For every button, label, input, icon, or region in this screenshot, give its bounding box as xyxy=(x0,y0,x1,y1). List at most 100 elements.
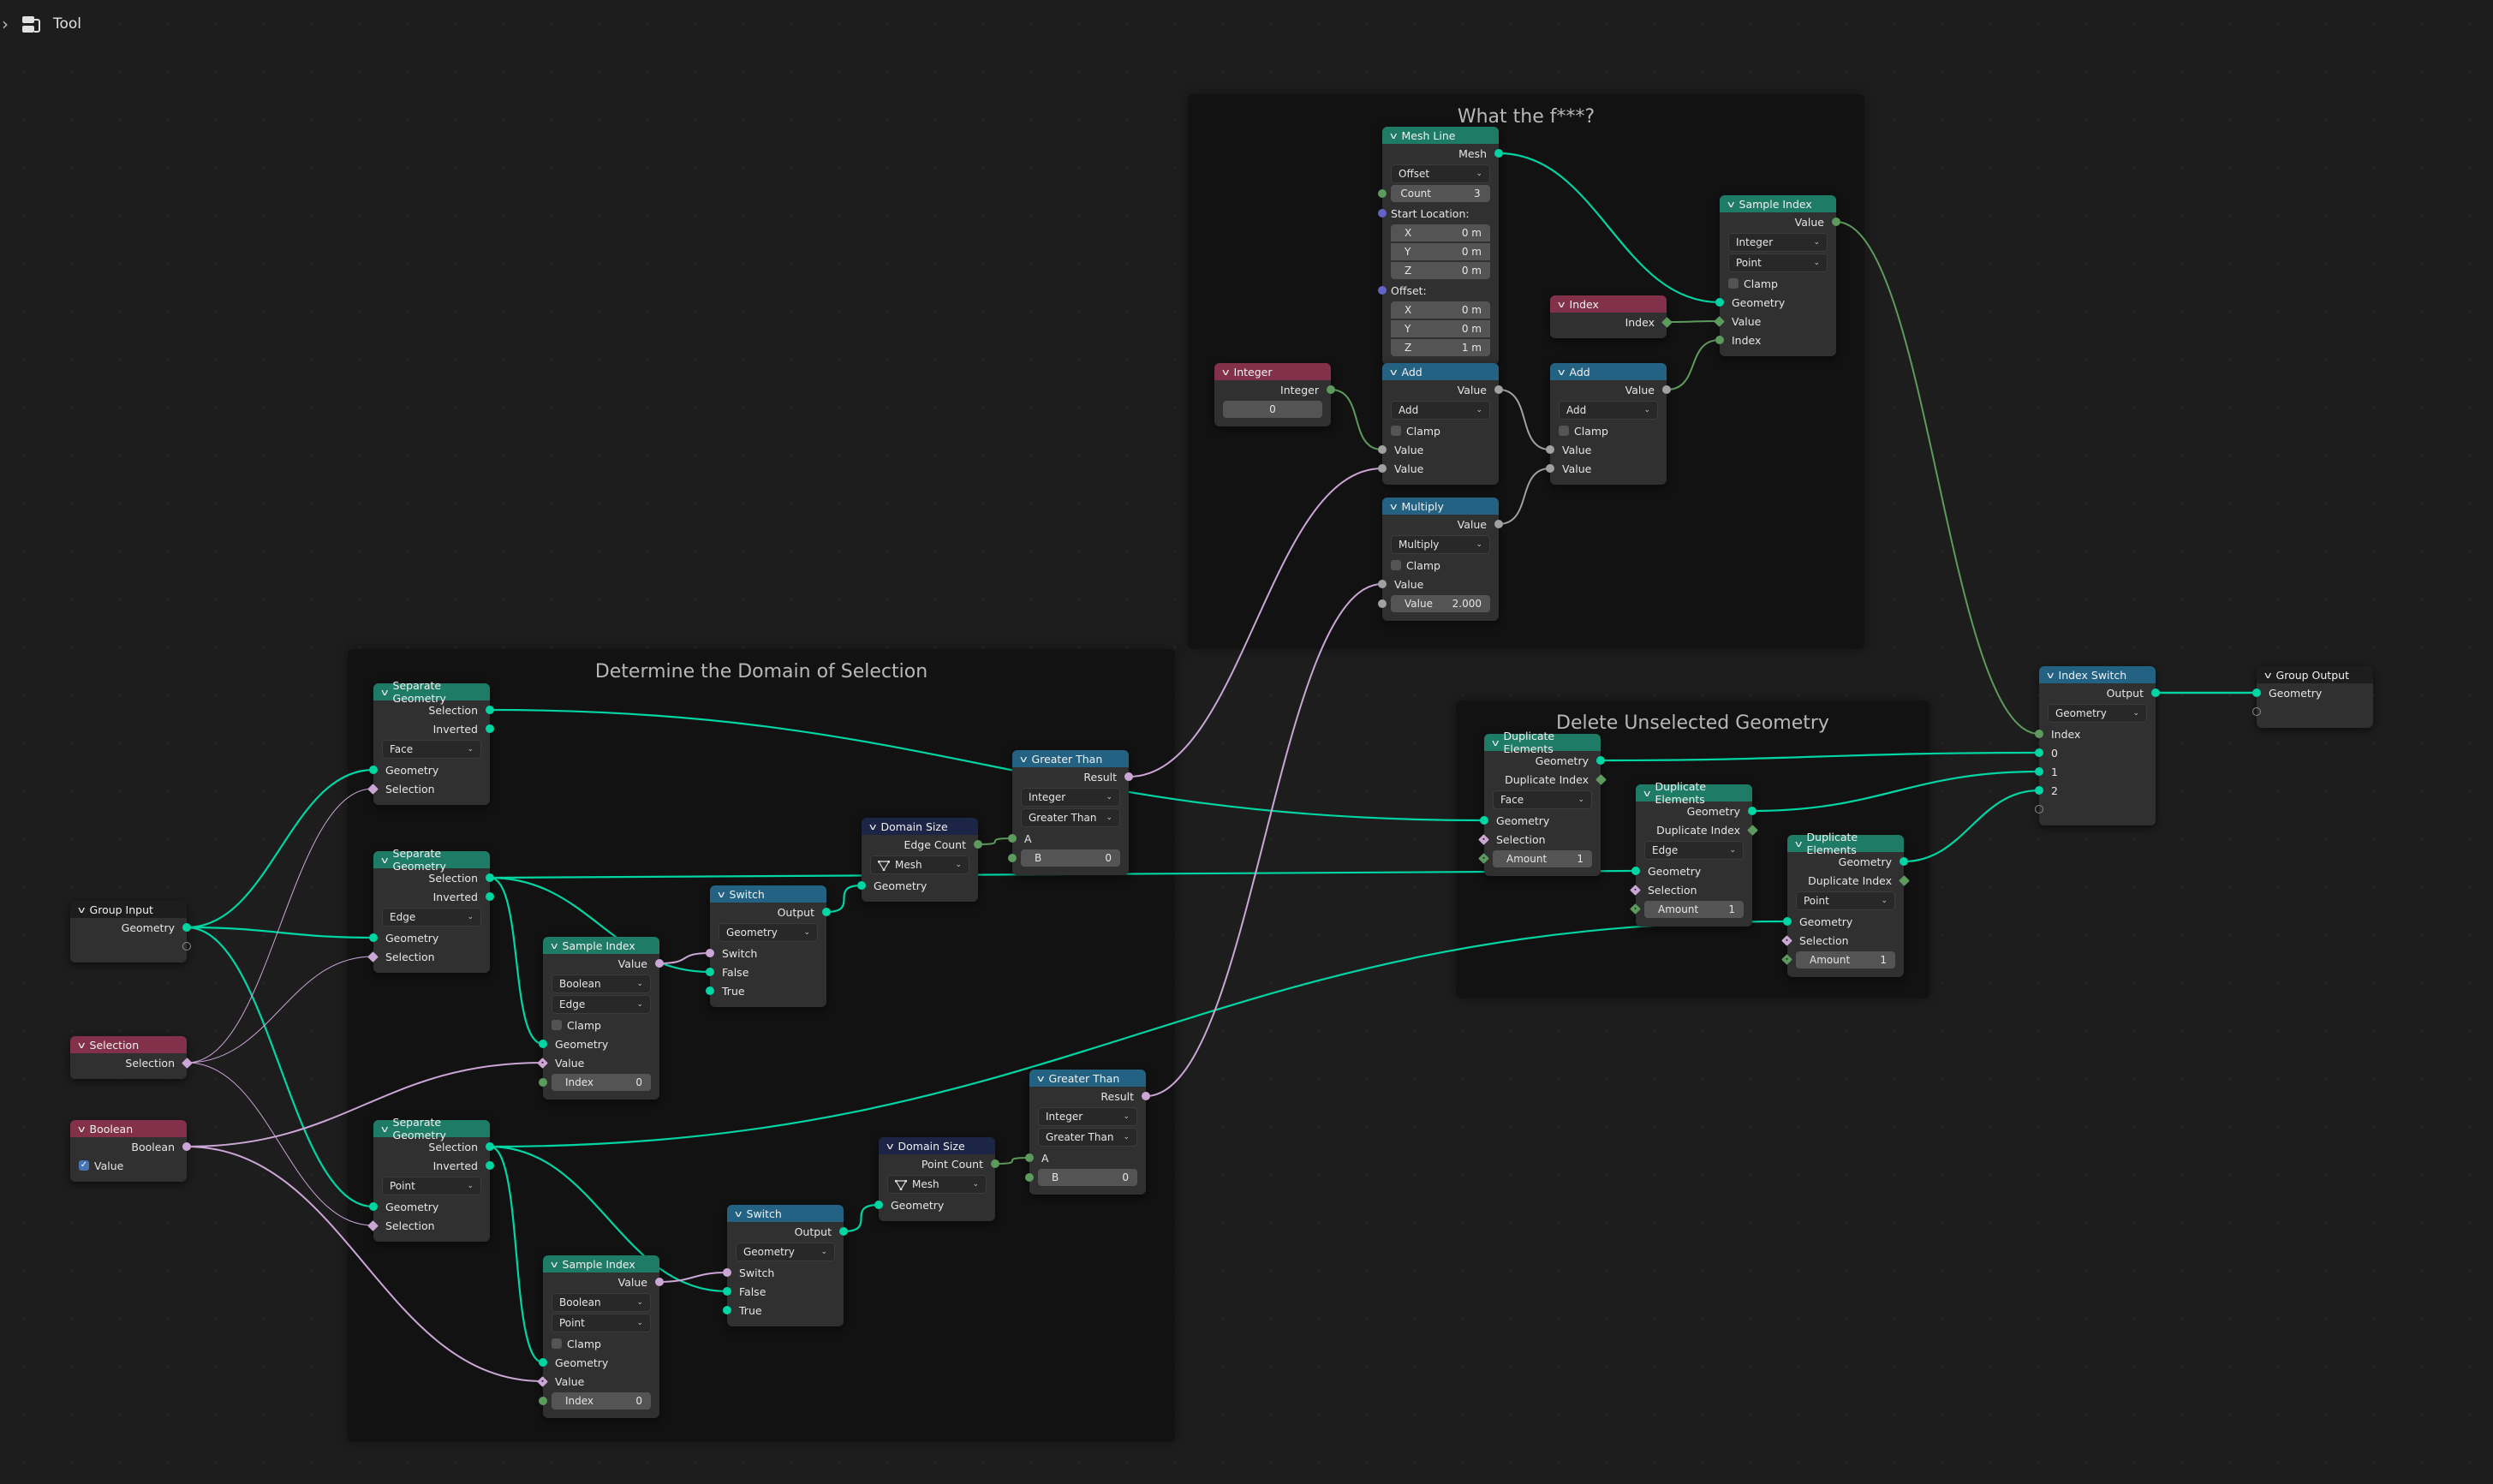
boolean-socket[interactable] xyxy=(655,959,664,968)
node-index[interactable]: v Index Index xyxy=(1550,295,1673,338)
collapse-chevron-icon[interactable]: v xyxy=(1020,754,1027,765)
node-selection[interactable]: v Selection Selection xyxy=(70,1036,193,1079)
collapse-chevron-icon[interactable]: v xyxy=(735,1208,742,1219)
collapse-chevron-icon[interactable]: v xyxy=(886,1141,893,1152)
multiplier-field[interactable]: Value 2.000 xyxy=(1378,595,1490,612)
type-dropdown[interactable]: Integer ⌄ xyxy=(1038,1107,1137,1126)
collapse-chevron-icon[interactable]: v xyxy=(1558,367,1565,378)
geometry-socket[interactable] xyxy=(486,1142,494,1151)
float-socket[interactable] xyxy=(1378,599,1387,608)
collapse-chevron-icon[interactable]: v xyxy=(551,940,558,951)
operation-dropdown[interactable]: Multiply ⌄ xyxy=(1391,535,1490,554)
collapse-chevron-icon[interactable]: v xyxy=(78,1123,85,1135)
geometry-socket[interactable] xyxy=(486,873,494,882)
collapse-chevron-icon[interactable]: v xyxy=(2264,670,2271,681)
geometry-socket[interactable] xyxy=(822,908,831,916)
type-dropdown[interactable]: Geometry ⌄ xyxy=(719,923,818,942)
b-field[interactable]: B0 xyxy=(1025,1169,1137,1186)
type-dropdown[interactable]: Boolean ⌄ xyxy=(552,1293,651,1312)
collapse-chevron-icon[interactable]: v xyxy=(381,1123,388,1135)
node-header[interactable]: v Domain Size xyxy=(862,818,978,835)
node-domain-size-edge[interactable]: v Domain Size Edge Count Mesh ⌄ Geometry xyxy=(857,818,982,902)
geometry-socket[interactable] xyxy=(486,1161,494,1170)
integer-socket[interactable] xyxy=(2035,730,2043,738)
geometry-socket[interactable] xyxy=(369,933,378,942)
geometry-socket[interactable] xyxy=(486,724,494,733)
domain-dropdown[interactable]: Point ⌄ xyxy=(552,1314,651,1332)
start-location-vector[interactable]: X0 m Y0 m Z0 m xyxy=(1391,224,1490,279)
collapse-chevron-icon[interactable]: v xyxy=(2047,670,2054,681)
geometry-socket[interactable] xyxy=(539,1358,547,1367)
collapse-chevron-icon[interactable]: v xyxy=(1492,737,1499,748)
collapse-chevron-icon[interactable]: v xyxy=(1558,299,1565,310)
node-header[interactable]: v Group Input xyxy=(70,901,187,918)
collapse-chevron-icon[interactable]: v xyxy=(1037,1073,1044,1084)
node-mesh-line[interactable]: v Mesh Line Mesh Offset ⌄ Count 3 Start Loc… xyxy=(1378,127,1503,365)
empty-socket[interactable] xyxy=(182,942,191,951)
vector-socket[interactable] xyxy=(1378,286,1387,295)
type-dropdown[interactable]: Integer ⌄ xyxy=(1021,788,1120,807)
geometry-socket[interactable] xyxy=(486,706,494,714)
expand-chevron-icon[interactable]: › xyxy=(2,14,9,34)
collapse-chevron-icon[interactable]: v xyxy=(1222,367,1229,378)
collapse-chevron-icon[interactable]: v xyxy=(78,904,85,915)
geometry-socket[interactable] xyxy=(1480,816,1488,825)
node-header[interactable]: v Selection xyxy=(70,1036,187,1053)
boolean-socket[interactable] xyxy=(1124,772,1133,781)
domain-dropdown[interactable]: Edge ⌄ xyxy=(382,908,481,927)
geometry-socket[interactable] xyxy=(706,986,714,995)
node-sample-index-top[interactable]: v Sample Index Value Integer ⌄ Point ⌄ Clam… xyxy=(1714,195,1840,356)
operation-dropdown[interactable]: Add ⌄ xyxy=(1559,401,1658,420)
offset-vector[interactable]: X0 m Y0 m Z1 m xyxy=(1391,301,1490,356)
node-header[interactable]: v Sample Index xyxy=(543,1255,659,1272)
offset-z-field[interactable]: Z1 m xyxy=(1391,339,1490,356)
node-separate-geometry-edge[interactable]: v Separate Geometry Selection Inverted Ed… xyxy=(367,847,494,973)
integer-socket[interactable] xyxy=(539,1397,547,1405)
collapse-chevron-icon[interactable]: v xyxy=(1390,130,1397,141)
float-socket[interactable] xyxy=(1378,464,1387,473)
node-header[interactable]: v Integer xyxy=(1214,363,1331,380)
integer-value-field[interactable]: 0 xyxy=(1223,401,1322,418)
integer-socket[interactable] xyxy=(1025,1173,1034,1182)
float-socket[interactable] xyxy=(1494,385,1503,394)
node-duplicate-elements-edge[interactable]: v Duplicate Elements Geometry Duplicate I… xyxy=(1630,780,1758,927)
integer-socket[interactable] xyxy=(1008,834,1017,843)
integer-socket[interactable] xyxy=(1832,218,1840,226)
float-socket[interactable] xyxy=(1546,464,1554,473)
start-x-field[interactable]: X0 m xyxy=(1391,224,1490,241)
geometry-socket[interactable] xyxy=(839,1227,848,1236)
domain-dropdown[interactable]: Edge ⌄ xyxy=(552,995,651,1014)
geometry-socket[interactable] xyxy=(369,766,378,774)
integer-socket[interactable] xyxy=(1715,336,1724,344)
geometry-socket[interactable] xyxy=(1715,298,1724,307)
boolean-socket[interactable] xyxy=(182,1142,191,1151)
domain-dropdown[interactable]: Point ⌄ xyxy=(382,1177,481,1195)
clamp-checkbox[interactable]: Clamp xyxy=(543,1016,659,1034)
start-z-field[interactable]: Z0 m xyxy=(1391,262,1490,279)
geometry-socket[interactable] xyxy=(1631,867,1640,875)
node-group-output[interactable]: v Group Output Geometry xyxy=(2252,666,2373,728)
node-math-add-1[interactable]: v Add Value Add ⌄ Clamp Value Value xyxy=(1378,363,1503,485)
node-integer[interactable]: v Integer Integer 0 xyxy=(1214,363,1335,426)
geometry-socket[interactable] xyxy=(2151,688,2160,697)
geometry-socket[interactable] xyxy=(1783,917,1792,926)
node-header[interactable]: v Domain Size xyxy=(879,1137,995,1154)
node-header[interactable]: v Switch xyxy=(710,885,826,903)
node-header[interactable]: v Sample Index xyxy=(1720,195,1836,212)
integer-socket[interactable] xyxy=(974,840,982,849)
node-header[interactable]: v Duplicate Elements xyxy=(1636,780,1752,806)
clamp-checkbox[interactable]: Clamp xyxy=(1550,421,1667,440)
geometry-socket[interactable] xyxy=(1494,149,1503,158)
geometry-socket[interactable] xyxy=(2252,688,2261,697)
node-duplicate-elements-point[interactable]: v Duplicate Elements Geometry Duplicate I… xyxy=(1781,831,1910,977)
clamp-checkbox[interactable]: Clamp xyxy=(1382,421,1499,440)
node-header[interactable]: v Index xyxy=(1550,295,1667,313)
start-y-field[interactable]: Y0 m xyxy=(1391,243,1490,260)
integer-socket[interactable] xyxy=(1378,189,1387,198)
node-math-add-2[interactable]: v Add Value Add ⌄ Clamp Value Value xyxy=(1546,363,1671,485)
type-dropdown[interactable]: Integer ⌄ xyxy=(1728,233,1828,252)
node-header[interactable]: v Boolean xyxy=(70,1120,187,1137)
b-field[interactable]: B0 xyxy=(1008,849,1120,867)
float-socket[interactable] xyxy=(1494,520,1503,528)
node-header[interactable]: v Add xyxy=(1382,363,1499,380)
